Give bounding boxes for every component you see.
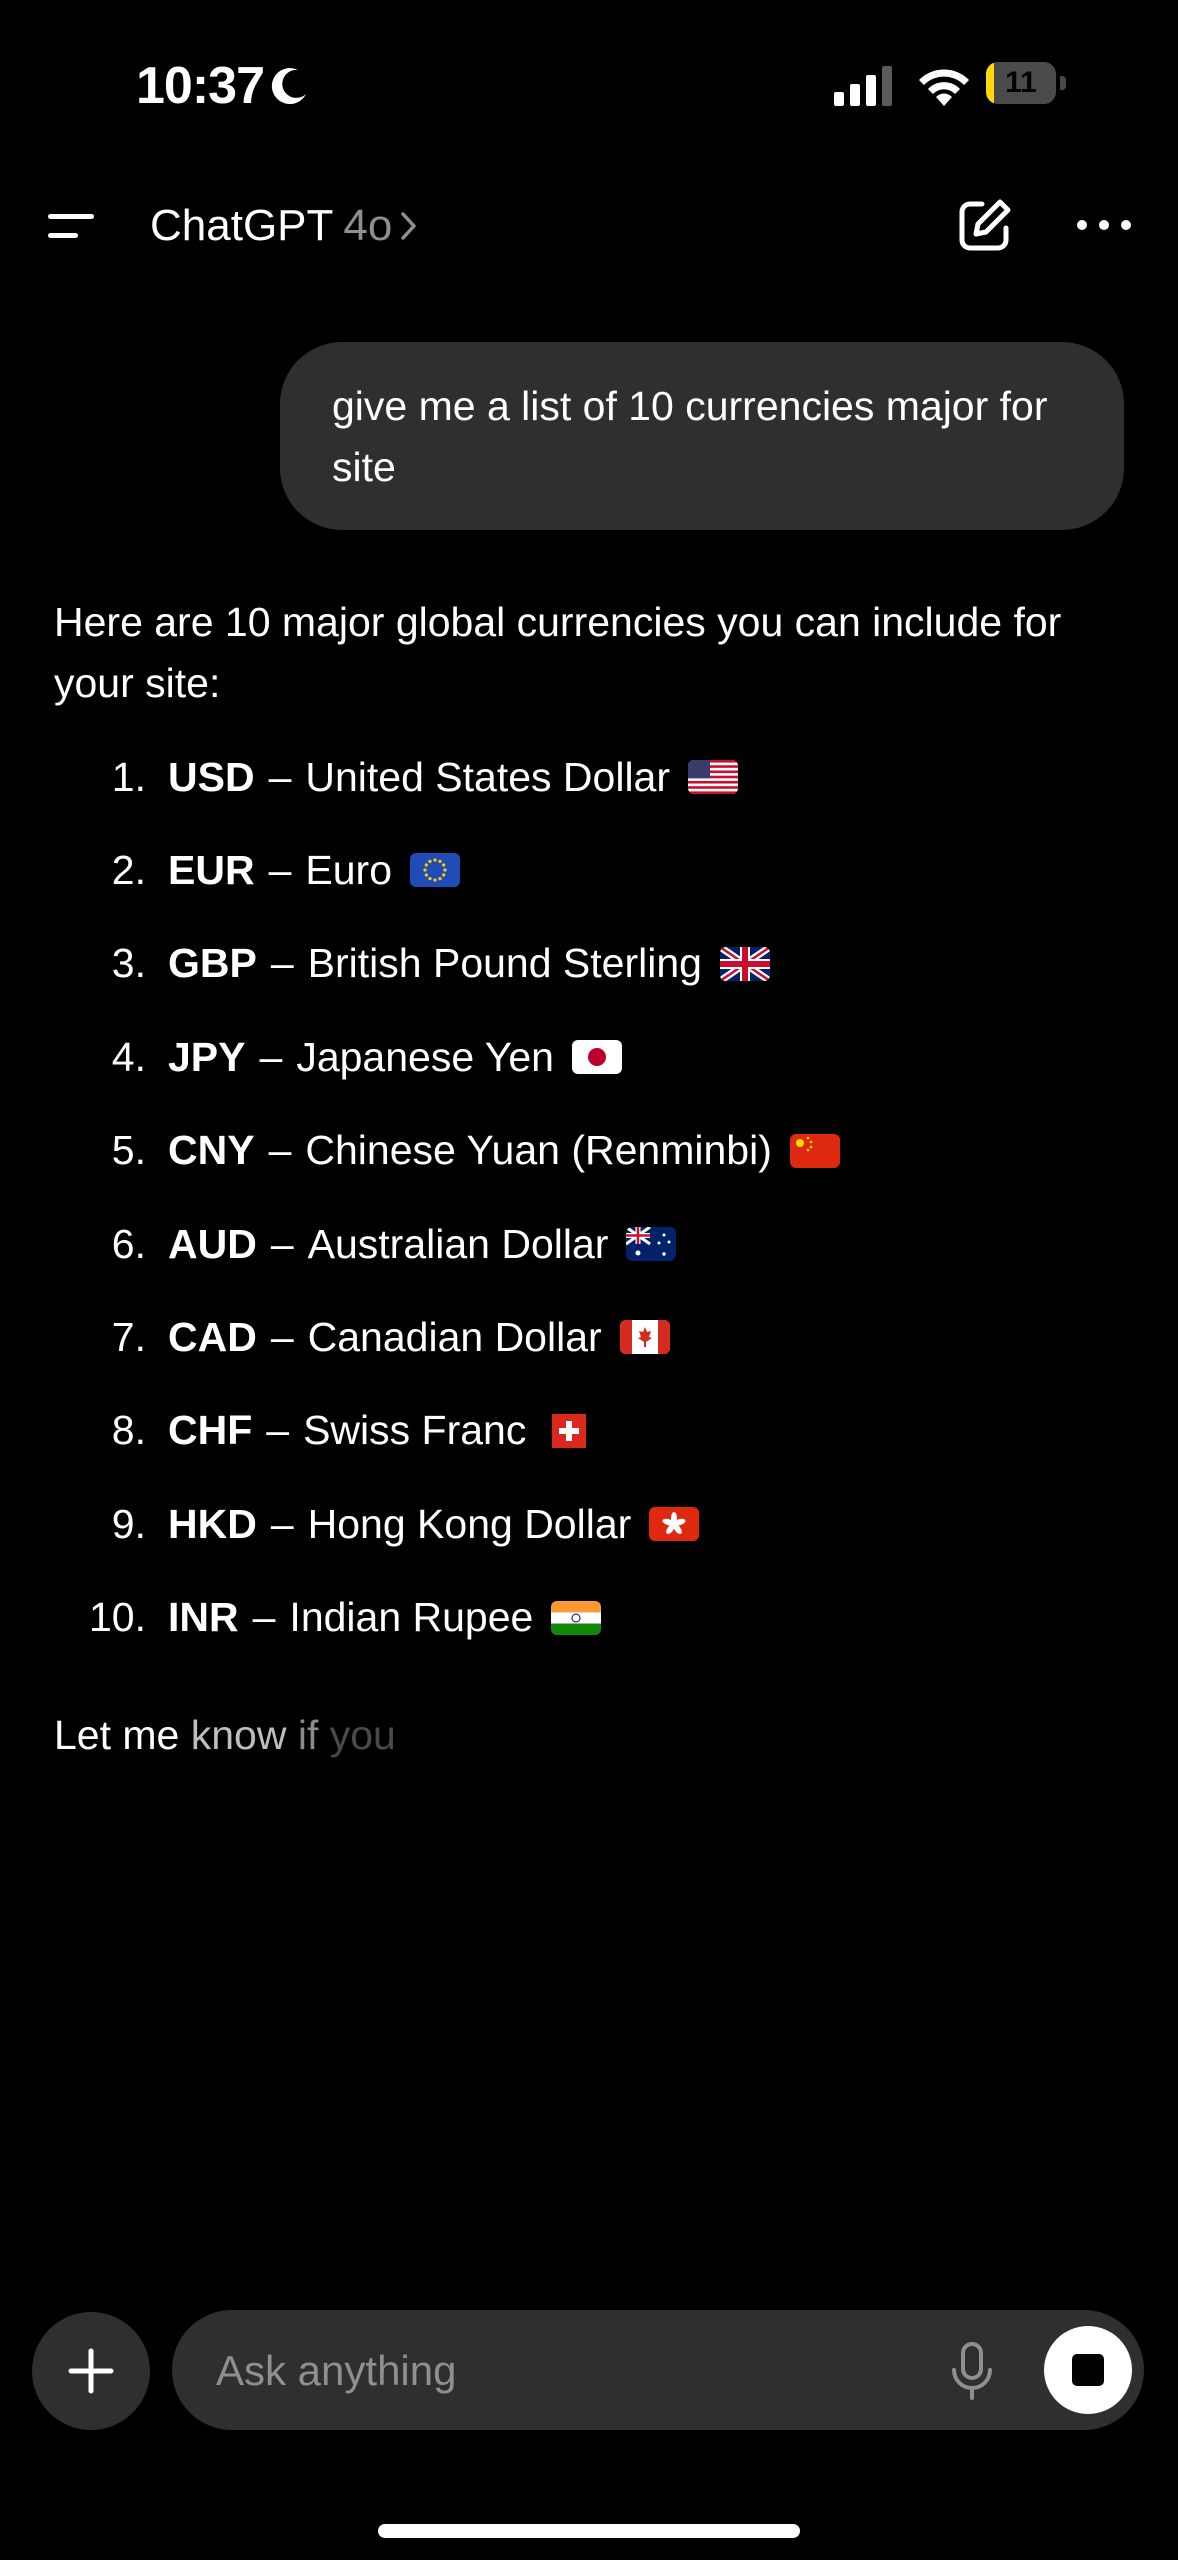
new-chat-button[interactable] [956,196,1014,254]
status-time: 10:37 [136,57,265,115]
stop-generating-button[interactable] [1044,2326,1132,2414]
currency-name: United States Dollar [305,753,671,800]
us-flag-icon [688,760,739,794]
currency-code: CNY [168,1127,255,1174]
separator-dash: – [268,1127,292,1174]
list-number: 5. [111,1127,146,1174]
assistant-message: Here are 10 major global currencies you … [54,592,1134,714]
voice-input-button[interactable] [944,2342,1000,2402]
currency-list-item: 8. CHF – Swiss Franc [54,1396,594,1466]
stop-icon [1072,2354,1104,2386]
app-title: ChatGPT [150,201,334,250]
separator-dash: – [252,1594,276,1641]
currency-name: Canadian Dollar [307,1313,602,1360]
currency-name: Euro [305,846,392,893]
streaming-text-part: you [329,1712,396,1758]
moon-icon [271,68,306,105]
top-bar: ChatGPT 4o [0,180,1178,270]
separator-dash: – [270,1500,294,1547]
list-number: 6. [111,1220,146,1267]
india-flag-icon [551,1600,602,1635]
separator-dash: – [268,846,292,893]
user-message-text: give me a list of 10 currencies major fo… [332,383,1048,490]
currency-list-item: 1. USD – United States Dollar [54,742,739,812]
home-indicator [378,2524,800,2538]
compose-icon [959,199,1011,251]
currency-name: British Pound Sterling [307,940,702,987]
separator-dash: – [270,940,294,987]
plus-icon [68,2348,114,2394]
list-number: 1. [111,753,146,800]
australia-flag-icon [626,1227,677,1261]
model-selector[interactable]: ChatGPT 4o [150,198,420,254]
list-number: 9. [111,1500,146,1547]
message-input[interactable] [214,2334,898,2408]
currency-name: Japanese Yen [296,1033,554,1080]
japan-flag-icon [571,1040,622,1075]
currency-name: Hong Kong Dollar [307,1500,632,1547]
currency-list-item: 4. JPY – Japanese Yen [54,1022,622,1092]
status-bar: 10:37 11 [0,0,1178,180]
hong-kong-flag-icon [649,1507,700,1542]
list-number: 7. [111,1313,146,1360]
list-number: 4. [111,1033,146,1080]
list-number: 10. [89,1594,146,1641]
currency-code: GBP [168,940,257,987]
currency-list-item: 9. HKD – Hong Kong Dollar [54,1489,700,1559]
menu-icon [48,214,94,238]
currency-code: HKD [168,1500,257,1547]
currency-code: EUR [168,846,255,893]
currency-code: JPY [168,1033,246,1080]
battery-nub [1060,76,1066,90]
separator-dash: – [266,1407,290,1454]
message-composer [172,2310,1144,2430]
china-flag-icon [789,1133,840,1168]
assistant-intro: Here are 10 major global currencies you … [54,599,1062,706]
separator-dash: – [270,1220,294,1267]
battery-level: 11 [1005,66,1037,99]
currency-code: CHF [168,1407,253,1454]
currency-name: Australian Dollar [307,1220,609,1267]
currency-list-item: 10. INR – Indian Rupee [54,1583,602,1653]
currency-name: Indian Rupee [289,1594,534,1641]
switzerland-flag-icon [544,1413,594,1448]
streaming-text-part: if [297,1712,330,1758]
currency-name: Swiss Franc [303,1407,527,1454]
currency-list-item: 7. CAD – Canadian Dollar [54,1302,670,1372]
battery-icon: 11 [986,62,1068,106]
currency-name: Chinese Yuan (Renminbi) [305,1127,772,1174]
currency-code: CAD [168,1313,257,1360]
cellular-signal-icon [834,66,892,106]
streaming-text-part: know [190,1712,298,1758]
currency-list-item: 2. EUR – Euro [54,835,460,905]
list-number: 3. [111,940,146,987]
separator-dash: – [268,753,292,800]
currency-code: AUD [168,1220,257,1267]
user-message-bubble: give me a list of 10 currencies major fo… [280,342,1124,530]
currency-list-item: 6. AUD – Australian Dollar [54,1209,677,1279]
microphone-icon [952,2342,992,2400]
currency-code: USD [168,753,255,800]
separator-dash: – [270,1313,294,1360]
attach-button[interactable] [32,2312,150,2430]
model-label: 4o [343,201,393,250]
currency-code: INR [168,1594,239,1641]
eu-flag-icon [410,853,460,888]
wifi-icon [919,69,969,106]
list-number: 8. [111,1407,146,1454]
currency-list-item: 5. CNY – Chinese Yuan (Renminbi) [54,1116,840,1186]
battery-body: 11 [986,62,1056,104]
list-number: 2. [111,846,146,893]
assistant-streaming-text: Let me know if you [54,1712,396,1759]
canada-flag-icon [619,1320,670,1355]
currency-list-item: 3. GBP – British Pound Sterling [54,929,770,999]
streaming-text-part: Let me [54,1712,191,1758]
chevron-right-icon [401,212,417,240]
menu-button[interactable] [46,204,102,248]
uk-flag-icon [719,946,770,981]
more-options-button[interactable] [1074,196,1134,254]
more-icon [1077,220,1131,230]
separator-dash: – [259,1033,283,1080]
